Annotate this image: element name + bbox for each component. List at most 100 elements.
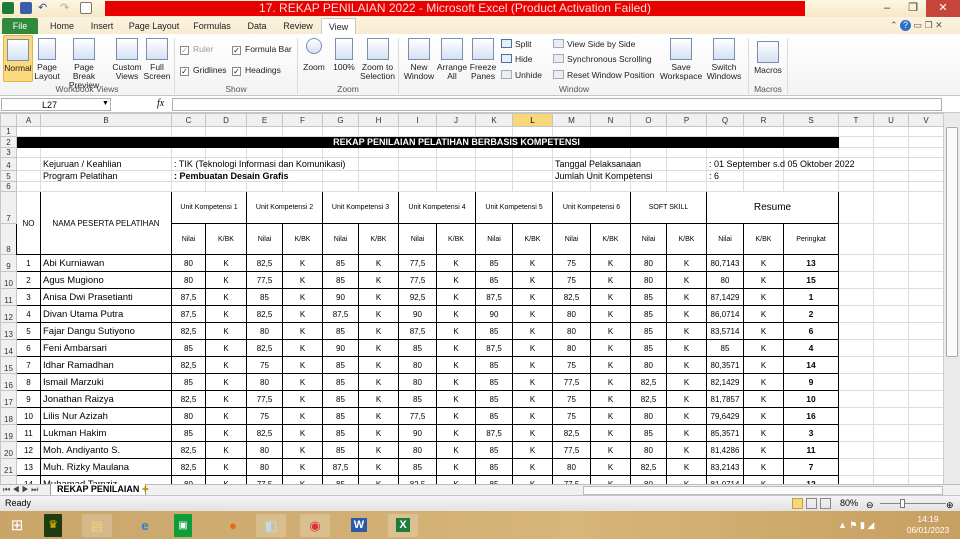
cell-nilai[interactable]: 85	[398, 339, 437, 357]
cell-kbk[interactable]: K	[358, 339, 399, 357]
cell-no[interactable]: 14	[16, 475, 41, 484]
cell-kbk[interactable]: K	[358, 407, 399, 425]
column-header-a[interactable]: A	[16, 113, 41, 127]
cell-kbk[interactable]: K	[358, 390, 399, 408]
cell-kbk[interactable]: K	[282, 322, 323, 340]
cell[interactable]	[171, 181, 206, 192]
cell[interactable]	[838, 147, 874, 158]
cell-name[interactable]: Agus Mugiono	[40, 271, 172, 289]
cell[interactable]	[322, 170, 359, 182]
row-header-11[interactable]: 11	[0, 288, 17, 306]
cell-nilai[interactable]: 75	[552, 356, 591, 374]
cell-average[interactable]: 83,2143	[706, 458, 744, 476]
cell-nilai[interactable]: 87,5	[475, 339, 513, 357]
column-header-m[interactable]: M	[552, 113, 591, 127]
kejuruan-label[interactable]: Kejuruan / Keahlian	[40, 157, 172, 171]
synchronous-scrolling-button[interactable]: Synchronous Scrolling	[553, 54, 652, 64]
cell-kbk[interactable]: K	[590, 356, 631, 374]
program-value[interactable]: : Pembuatan Desain Grafis	[171, 170, 289, 182]
save-icon[interactable]	[20, 2, 32, 14]
cell[interactable]	[838, 181, 874, 192]
cell[interactable]	[838, 356, 874, 374]
cell-nilai[interactable]: 80	[171, 254, 206, 272]
cell-nilai[interactable]: 90	[398, 305, 437, 323]
cell-kbk[interactable]: K	[666, 288, 707, 306]
cell-kbk[interactable]: K	[590, 441, 631, 459]
cell[interactable]	[171, 126, 206, 137]
cell-nilai[interactable]: 77,5	[246, 475, 283, 484]
cell-kbk[interactable]: K	[282, 339, 323, 357]
header-nilai[interactable]: Nilai	[171, 223, 206, 255]
cell-rank[interactable]: 15	[783, 271, 839, 289]
cell-kbk[interactable]: K	[436, 322, 476, 340]
cell-average[interactable]: 82,1429	[706, 373, 744, 391]
cell-kbk[interactable]: K	[282, 356, 323, 374]
cell-kbk[interactable]: K	[205, 288, 247, 306]
cell-kbk-result[interactable]: K	[743, 322, 784, 340]
cell[interactable]	[838, 475, 874, 484]
cell-kbk[interactable]: K	[282, 441, 323, 459]
cell[interactable]	[246, 147, 283, 158]
cell-kbk[interactable]: K	[590, 407, 631, 425]
header-kbk[interactable]: K/BK	[205, 223, 247, 255]
cell-kbk[interactable]: K	[358, 271, 399, 289]
row-header-1[interactable]: 1	[0, 126, 17, 137]
cell-nilai[interactable]: 85	[630, 424, 667, 442]
cell-nilai[interactable]: 80	[630, 254, 667, 272]
cell-average[interactable]: 81,0714	[706, 475, 744, 484]
row-header-14[interactable]: 14	[0, 339, 17, 357]
column-header-d[interactable]: D	[205, 113, 247, 127]
cell[interactable]	[873, 136, 909, 148]
tab-home[interactable]: Home	[44, 18, 80, 34]
cell[interactable]	[873, 271, 909, 289]
cell-name[interactable]: Idhar Ramadhan	[40, 356, 172, 374]
cell[interactable]	[16, 181, 41, 192]
hide-button[interactable]: Hide	[501, 54, 532, 64]
cell[interactable]	[630, 181, 667, 192]
cell-nilai[interactable]: 82,5	[552, 288, 591, 306]
cell-kbk[interactable]: K	[590, 339, 631, 357]
cell[interactable]	[512, 157, 553, 171]
column-header-b[interactable]: B	[40, 113, 172, 127]
cell-nilai[interactable]: 77,5	[398, 254, 437, 272]
cell-nilai[interactable]: 77,5	[552, 373, 591, 391]
cell-kbk[interactable]: K	[436, 424, 476, 442]
row-header-7[interactable]: 7	[0, 191, 17, 224]
cell[interactable]	[706, 147, 744, 158]
cell-nilai[interactable]: 85	[322, 356, 359, 374]
cell[interactable]	[908, 322, 943, 340]
cell-nilai[interactable]: 90	[475, 305, 513, 323]
cell-name[interactable]: Divan Utama Putra	[40, 305, 172, 323]
cell[interactable]	[436, 170, 476, 182]
cell[interactable]	[908, 475, 943, 484]
zoom-level[interactable]: 80%	[840, 496, 858, 511]
cell[interactable]	[873, 441, 909, 459]
cell[interactable]	[743, 147, 784, 158]
cell-no[interactable]: 13	[16, 458, 41, 476]
split-button[interactable]: Split	[501, 39, 532, 49]
cell-nilai[interactable]: 85	[322, 475, 359, 484]
cell[interactable]	[908, 441, 943, 459]
cell-kbk[interactable]: K	[205, 441, 247, 459]
chrome-icon[interactable]: ◉	[300, 514, 330, 537]
cell-kbk-result[interactable]: K	[743, 458, 784, 476]
cell[interactable]	[512, 170, 553, 182]
cell-nilai[interactable]: 85	[322, 271, 359, 289]
zoom-to-selection-button[interactable]: Zoom to Selection	[359, 35, 396, 81]
row-header-10[interactable]: 10	[0, 271, 17, 289]
cell-name[interactable]: Abi Kurniawan	[40, 254, 172, 272]
tab-view[interactable]: View	[321, 18, 356, 34]
cell-nilai[interactable]: 85	[322, 390, 359, 408]
sheet-nav-arrows-icon[interactable]: ⏮ ◀ ▶ ⏭	[3, 485, 38, 495]
row-header-12[interactable]: 12	[0, 305, 17, 323]
cell-kbk[interactable]: K	[512, 305, 553, 323]
column-header-j[interactable]: J	[436, 113, 476, 127]
cell-nilai[interactable]: 85	[246, 288, 283, 306]
cell-kbk[interactable]: K	[358, 322, 399, 340]
row-header-21[interactable]: 21	[0, 458, 17, 476]
row-header-19[interactable]: 19	[0, 424, 17, 442]
cell-nilai[interactable]: 85	[475, 390, 513, 408]
cell-kbk[interactable]: K	[512, 356, 553, 374]
cell[interactable]	[205, 181, 247, 192]
row-header-13[interactable]: 13	[0, 322, 17, 340]
